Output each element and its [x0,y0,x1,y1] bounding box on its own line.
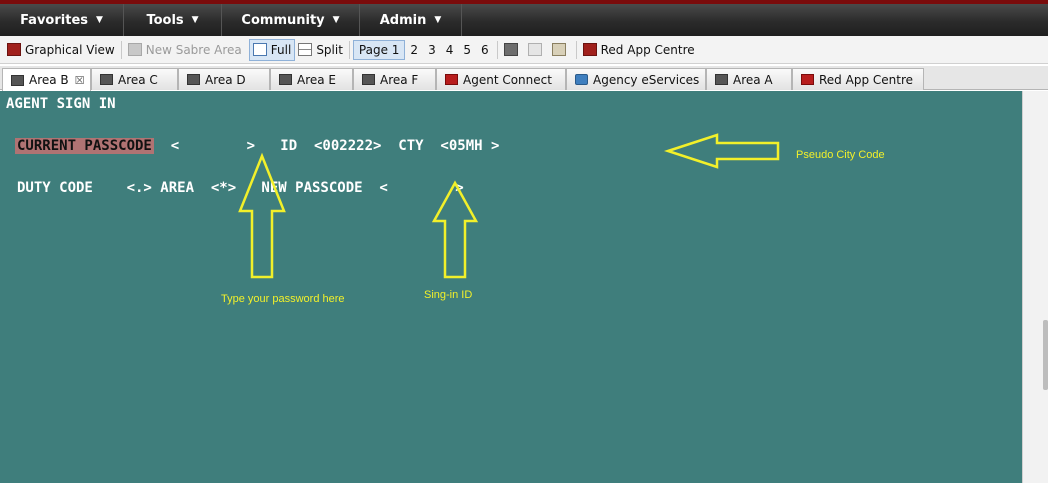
print-button[interactable] [501,39,525,61]
toolbar-divider [496,40,498,59]
page-4-button[interactable]: 4 [441,43,459,57]
new-sabre-area-button[interactable]: New Sabre Area [125,39,245,61]
menu-community-label: Community [241,12,325,28]
chevron-down-icon: ▼ [434,15,442,25]
menu-admin-label: Admin [379,12,427,28]
tab-area-f[interactable]: Area F [353,68,436,90]
eservices-icon [575,74,588,85]
vertical-scrollbar[interactable] [1022,91,1048,483]
page-3-button[interactable]: 3 [423,43,441,57]
chevron-down-icon: ▼ [96,15,103,25]
tab-area-e[interactable]: Area E [270,68,353,90]
tab-area-c[interactable]: Area C [91,68,178,90]
full-view-icon [252,43,267,56]
split-view-icon [298,43,313,56]
chevron-down-icon: ▼ [332,15,340,25]
printer-icon [503,43,518,56]
terminal-icon [279,74,292,85]
page-2-button[interactable]: 2 [405,43,423,57]
toolbar: Graphical View New Sabre Area Full Split… [0,36,1048,64]
chevron-down-icon: ▼ [191,15,199,25]
new-area-icon [127,43,142,56]
tab-label: Area A [733,72,773,87]
tab-label: Area C [118,72,158,87]
close-icon[interactable]: ☒ [75,74,85,87]
menu-community[interactable]: Community ▼ [222,4,360,36]
graphical-view-button[interactable]: Graphical View [4,39,118,61]
graphical-view-label: Graphical View [25,42,115,57]
tab-label: Area F [380,72,419,87]
full-view-label: Full [270,42,292,57]
annotation-signin-id: Sing-in ID [424,289,473,301]
copy-button[interactable] [525,39,549,61]
terminal-icon [187,74,200,85]
paste-button[interactable] [549,39,573,61]
menu-tools[interactable]: Tools ▼ [124,4,222,36]
tab-label: Agent Connect [463,72,552,87]
red-app-cart-icon [582,43,597,56]
terminal-icon [362,74,375,85]
menu-favorites[interactable]: Favorites ▼ [0,4,124,36]
full-view-button[interactable]: Full [248,38,296,61]
terminal-icon [100,74,113,85]
toolbar-divider [575,40,577,59]
tab-red-app-centre[interactable]: Red App Centre [792,68,924,90]
menu-favorites-label: Favorites [20,12,88,28]
split-view-label: Split [316,42,343,57]
tab-area-b[interactable]: Area B ☒ [2,68,91,91]
tab-label: Red App Centre [819,72,913,87]
tab-label: Area D [205,72,246,87]
arrow-up-icon [238,152,286,279]
page-6-button[interactable]: 6 [476,43,494,57]
menu-bar: Favorites ▼ Tools ▼ Community ▼ Admin ▼ [0,0,1048,36]
split-view-button[interactable]: Split [295,39,346,61]
tab-label: Agency eServices [593,72,700,87]
tab-label: Area E [297,72,337,87]
menu-admin[interactable]: Admin ▼ [360,4,462,36]
scrollbar-thumb[interactable] [1043,320,1048,390]
annotation-pseudo-city: Pseudo City Code [796,149,885,161]
toolbar-divider [120,40,122,59]
copy-icon [527,43,542,56]
tab-label: Area B [29,73,69,87]
annotation-password: Type your password here [221,293,345,305]
tab-agency-eservices[interactable]: Agency eServices [566,68,706,90]
arrow-left-icon [663,133,780,169]
toolbar-divider [348,40,350,59]
ac-icon [445,74,458,85]
tab-area-d[interactable]: Area D [178,68,270,90]
area-tab-strip: Area B ☒ Area C Area D Area E Area F Age… [0,66,1048,91]
sabre-terminal-screen[interactable]: AGENT SIGN IN CURRENT PASSCODE < > ID <0… [0,91,1022,483]
terminal-icon [715,74,728,85]
tab-agent-connect[interactable]: Agent Connect [436,68,566,90]
menu-tools-label: Tools [146,12,184,28]
new-sabre-area-label: New Sabre Area [145,42,242,57]
red-app-centre-label: Red App Centre [600,42,695,57]
graphical-view-icon [7,43,21,56]
terminal-icon [11,74,24,86]
tab-area-a[interactable]: Area A [706,68,792,90]
red-app-icon [801,74,814,85]
page-1-button[interactable]: Page 1 [352,39,406,60]
arrow-up-icon [431,180,479,279]
clipboard-icon [551,43,566,56]
red-app-centre-button[interactable]: Red App Centre [580,39,698,61]
page-5-button[interactable]: 5 [458,43,476,57]
